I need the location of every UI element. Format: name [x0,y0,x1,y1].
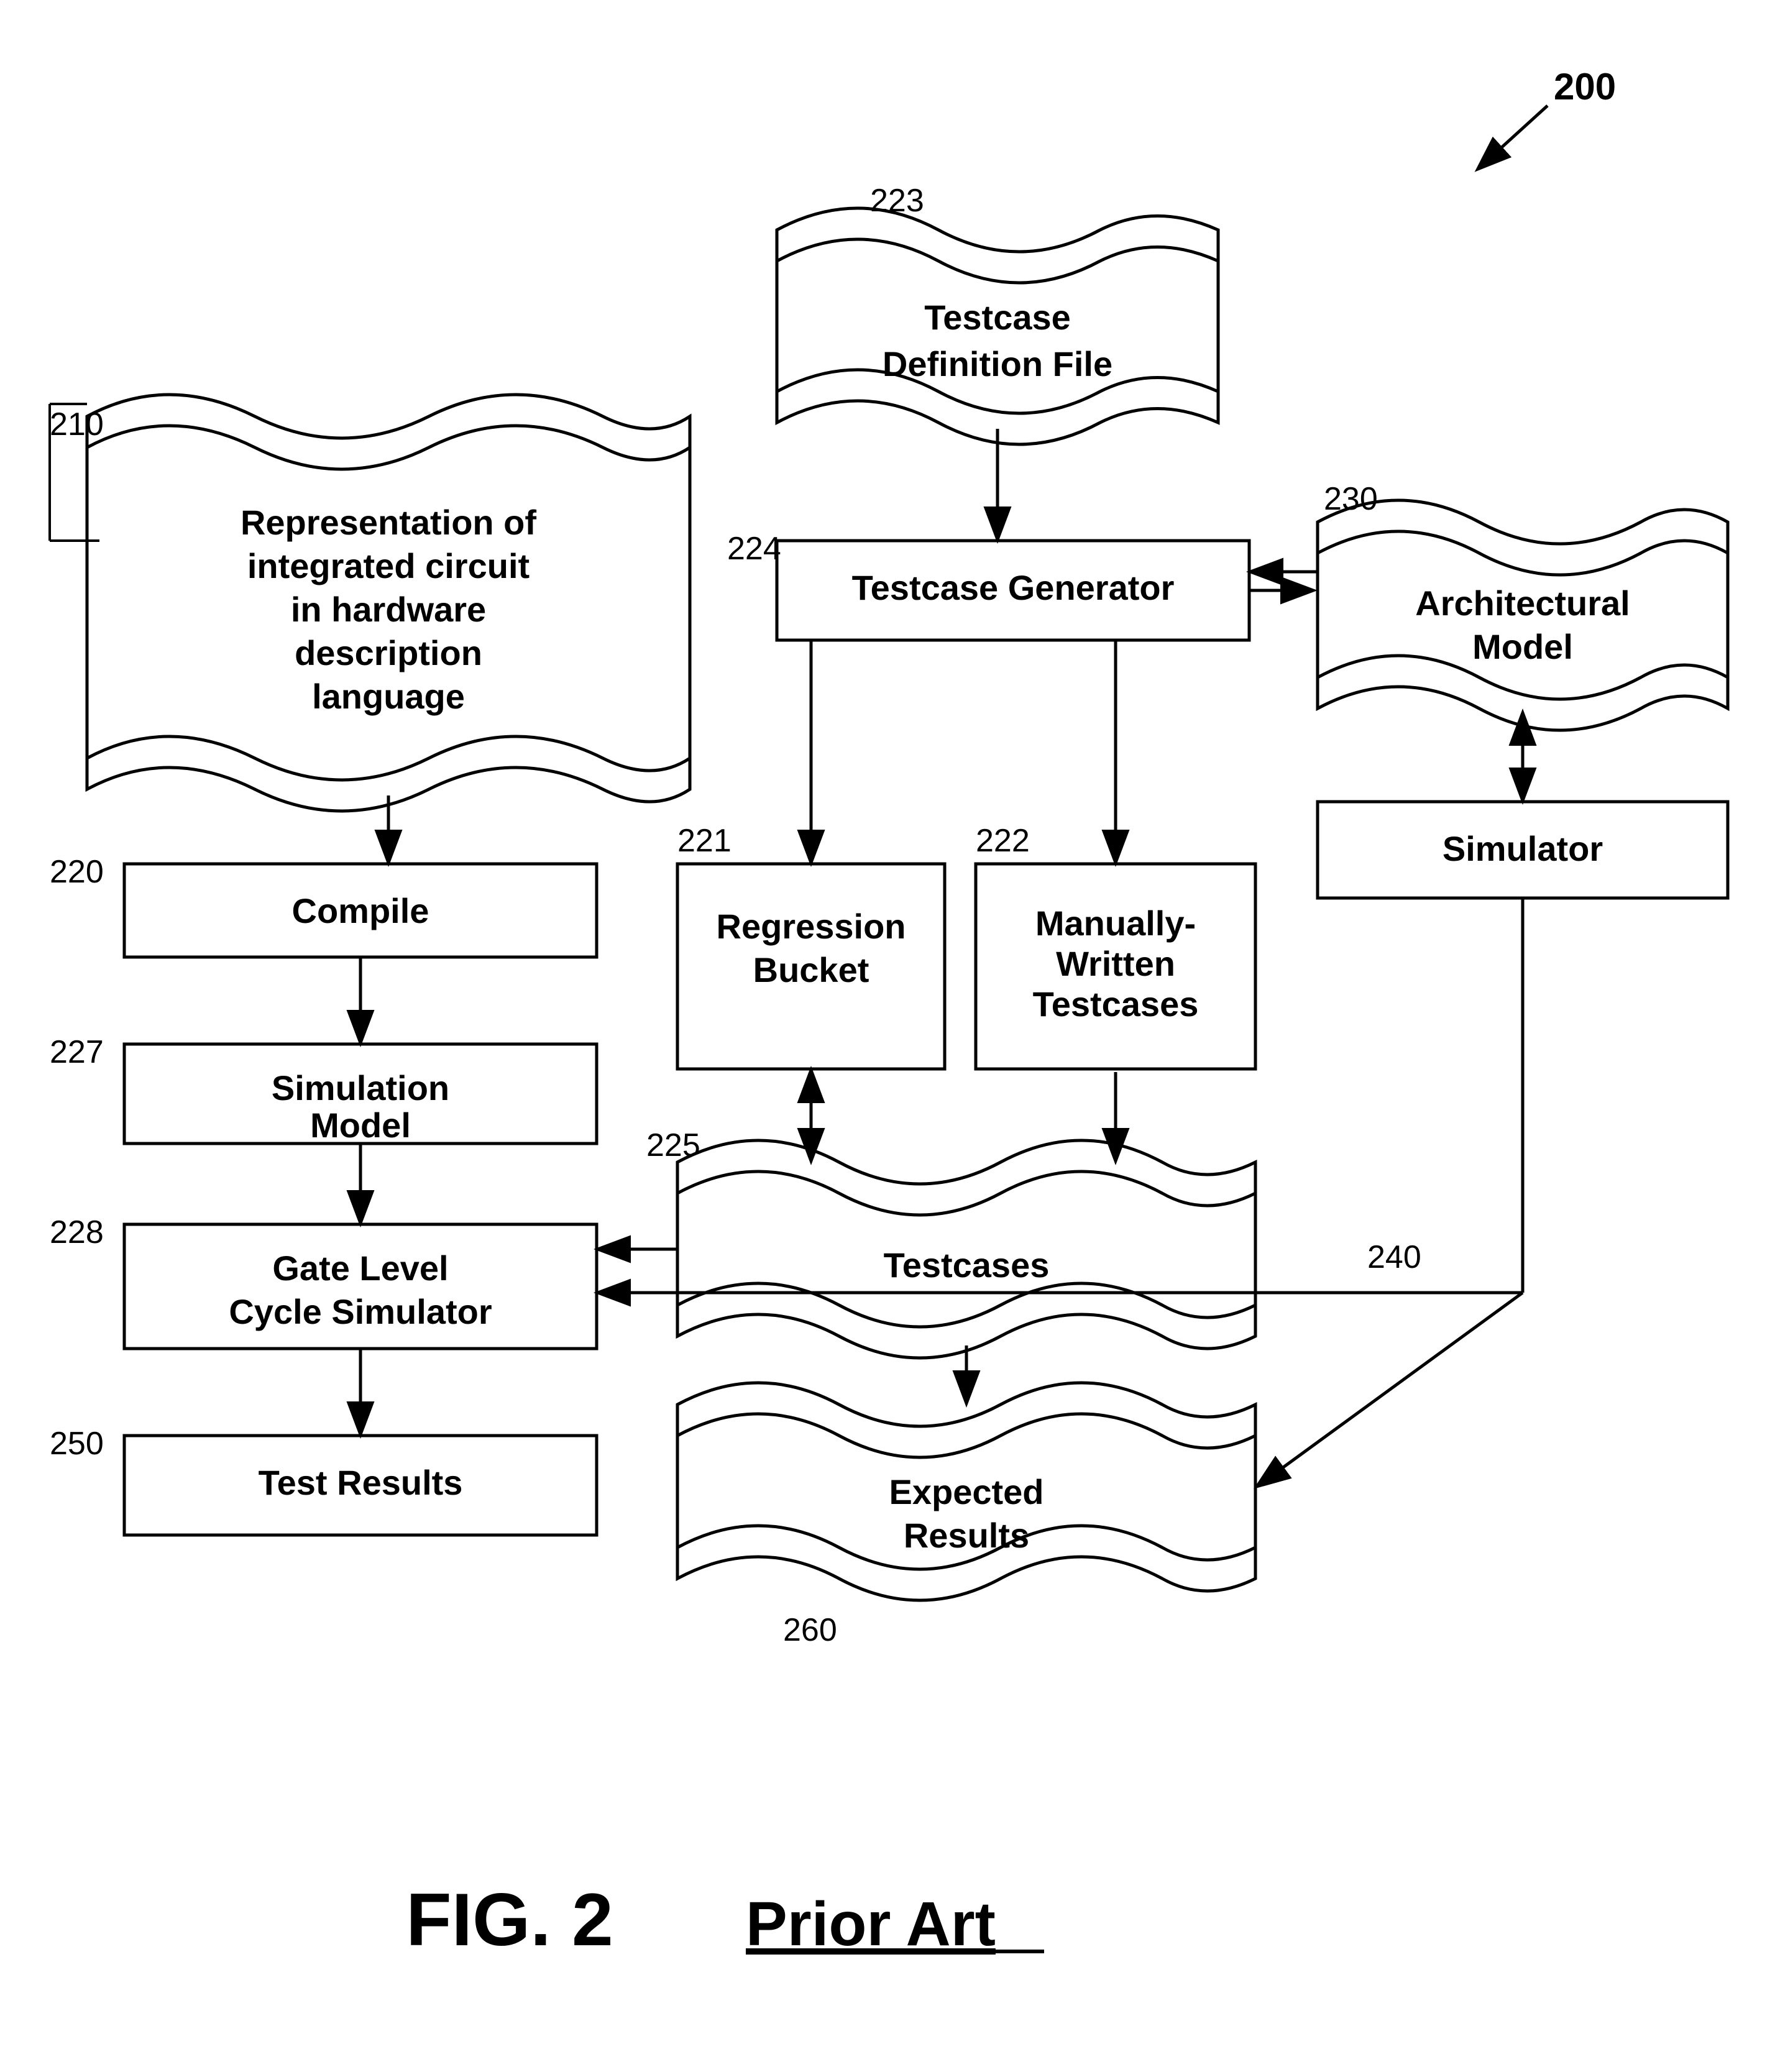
svg-text:Testcase Generator: Testcase Generator [852,568,1175,607]
ref-260: 260 [783,1612,837,1648]
svg-text:Written: Written [1056,944,1175,983]
svg-text:language: language [312,677,465,716]
node-simulator: Simulator [1318,802,1728,898]
node-250: Test Results [124,1436,597,1535]
svg-text:Model: Model [1472,627,1573,666]
svg-text:Representation of: Representation of [241,503,536,542]
svg-text:Definition File: Definition File [883,344,1112,383]
ref-220: 220 [50,854,104,890]
svg-text:Simulation: Simulation [272,1068,449,1107]
svg-text:Bucket: Bucket [753,950,869,989]
svg-text:Testcases: Testcases [884,1245,1050,1285]
ref-228: 228 [50,1214,104,1250]
svg-text:Results: Results [904,1516,1029,1555]
svg-text:Compile: Compile [292,891,429,930]
svg-text:Expected: Expected [889,1472,1044,1511]
ref-224: 224 [727,531,781,567]
node-222: Manually- Written Testcases [976,864,1255,1069]
svg-text:in hardware: in hardware [291,590,486,629]
svg-text:Architectural: Architectural [1415,584,1630,623]
diagram-svg: 200 Representation of integrated circuit… [0,0,1775,2072]
node-227: Simulation Model [124,1044,597,1145]
ref-221: 221 [677,823,732,859]
node-225: Testcases [677,1140,1255,1358]
node-260: Expected Results [677,1383,1255,1600]
svg-text:Cycle Simulator: Cycle Simulator [229,1292,492,1331]
node-224: Testcase Generator [777,541,1249,640]
diagram-container: 200 Representation of integrated circuit… [0,0,1775,2072]
svg-text:integrated circuit: integrated circuit [247,546,530,585]
ref-225: 225 [646,1127,700,1163]
svg-text:Simulator: Simulator [1442,829,1603,868]
svg-text:Regression: Regression [717,907,906,946]
node-220: Compile [124,864,597,957]
fig-caption: FIG. 2 [406,1878,613,1961]
ref-210: 210 [50,406,104,442]
svg-text:Gate Level: Gate Level [272,1249,448,1288]
node-221: Regression Bucket [677,864,945,1069]
prior-art-label: Prior Art [746,1889,996,1959]
svg-text:description: description [295,633,482,672]
ref-222: 222 [976,823,1030,859]
ref-230: 230 [1324,481,1378,517]
node-210: Representation of integrated circuit in … [87,395,690,811]
ref-223: 223 [870,183,924,219]
node-230: Architectural Model [1318,500,1728,730]
ref-250: 250 [50,1426,104,1462]
node-228: Gate Level Cycle Simulator [124,1224,597,1349]
svg-text:Manually-: Manually- [1035,904,1196,943]
svg-text:Testcase: Testcase [924,298,1071,337]
svg-text:Model: Model [310,1106,411,1145]
ref-227: 227 [50,1034,104,1070]
node-223: Testcase Definition File [777,208,1249,444]
figure-number-label: 200 [1554,66,1616,108]
svg-text:Testcases: Testcases [1033,984,1199,1024]
svg-text:Test Results: Test Results [259,1463,463,1502]
ref-240: 240 [1367,1239,1421,1275]
